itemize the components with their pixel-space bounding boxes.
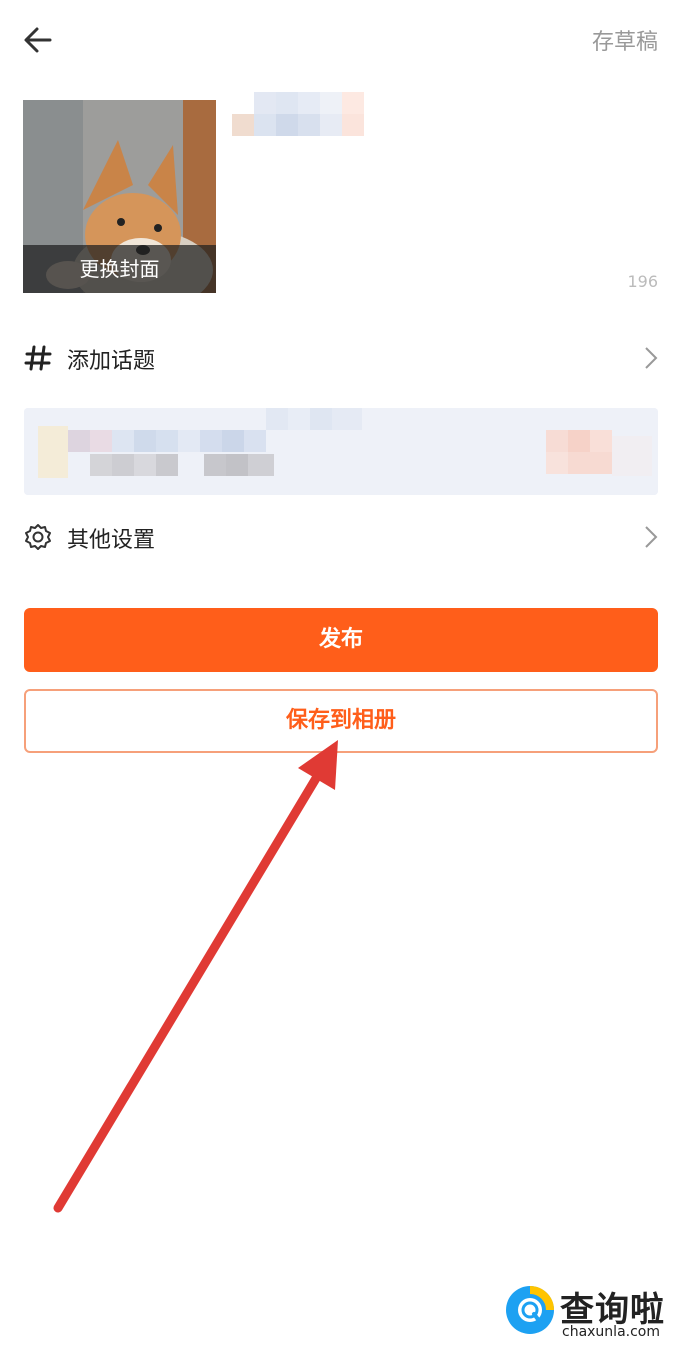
- back-button[interactable]: [20, 22, 56, 58]
- save-to-album-button[interactable]: 保存到相册: [24, 689, 658, 753]
- chevron-right-icon: [645, 526, 658, 548]
- character-count: 196: [627, 272, 658, 291]
- other-settings-label: 其他设置: [67, 528, 156, 553]
- cover-image[interactable]: 更换封面: [23, 100, 216, 293]
- title-text-blurred[interactable]: [232, 92, 364, 136]
- watermark-url: chaxunla.com: [562, 1324, 660, 1340]
- blurred-content-card[interactable]: [24, 408, 658, 495]
- arrow-left-icon: [24, 27, 52, 53]
- watermark-logo: 查询啦 chaxunla.com: [502, 1282, 670, 1342]
- add-topic-label: 添加话题: [67, 349, 156, 374]
- gear-icon: [25, 524, 51, 550]
- other-settings-row[interactable]: 其他设置: [24, 509, 658, 565]
- chevron-right-icon: [645, 347, 658, 369]
- add-topic-row[interactable]: 添加话题: [24, 330, 658, 386]
- search-logo-icon: [506, 1286, 554, 1334]
- change-cover-label[interactable]: 更换封面: [23, 245, 216, 293]
- blurred-content: [24, 408, 658, 495]
- save-draft-button[interactable]: 存草稿: [592, 24, 658, 56]
- hash-icon: [24, 345, 52, 371]
- publish-button[interactable]: 发布: [24, 608, 658, 672]
